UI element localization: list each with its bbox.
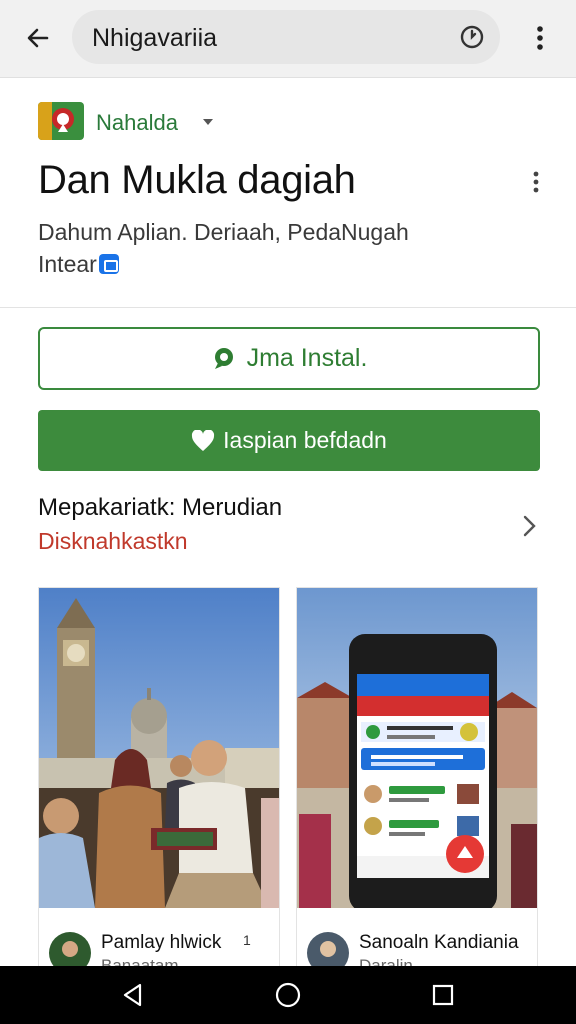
search-query: Nhigavariia — [92, 24, 218, 52]
nav-recents-icon — [432, 984, 454, 1006]
install-outline-button[interactable]: Jma Instal. — [38, 327, 540, 390]
heart-shield-icon — [192, 429, 215, 451]
search-field[interactable]: Nhigavariia — [72, 10, 500, 64]
title-more-button[interactable] — [524, 168, 548, 196]
content-card[interactable]: Pamlay hlwick 1 Banaatam .... — [38, 587, 280, 967]
nav-back-button[interactable] — [118, 980, 148, 1010]
chevron-right-icon — [523, 515, 536, 537]
section-title: Mepakariatk: Merudian — [38, 494, 283, 521]
description-line-2: Intear — [38, 248, 538, 280]
avatar — [49, 932, 91, 966]
card-image — [39, 588, 279, 908]
nav-recents-button[interactable] — [428, 980, 458, 1010]
developer-logo — [38, 102, 84, 140]
section-subtitle: Disknahkastkn — [38, 528, 188, 554]
nav-back-icon — [123, 983, 142, 1007]
primary-action-label: Iaspian befdadn — [223, 427, 387, 453]
more-vert-icon — [537, 26, 543, 50]
back-arrow-icon — [27, 28, 49, 48]
nav-home-icon — [275, 982, 301, 1008]
nav-home-button[interactable] — [273, 980, 303, 1010]
caret-down-icon[interactable] — [200, 114, 216, 130]
card-title: Sanoaln Kandiania — [359, 932, 519, 953]
clock-icon — [460, 25, 484, 49]
app-title: Dan Mukla dagiah — [38, 158, 356, 202]
card-badge: 1 — [243, 932, 251, 948]
section-header[interactable]: Mepakariatk: Merudian Disknahkastkn — [38, 494, 540, 558]
card-title: Pamlay hlwick — [101, 932, 222, 953]
app-description: Dahum Aplian. Deriaah, PedaNugah Intear — [38, 216, 538, 280]
system-navigation-bar — [0, 966, 576, 1024]
primary-action-button[interactable]: Iaspian befdadn — [38, 410, 540, 471]
lock-icon — [98, 254, 119, 274]
content-card[interactable]: Sanoaln Kandiania Daralin — [296, 587, 538, 967]
install-outline-label: Jma Instal. — [246, 344, 368, 372]
history-button[interactable] — [458, 23, 486, 51]
back-button[interactable] — [20, 20, 56, 56]
card-image — [297, 588, 537, 908]
more-vert-icon — [533, 171, 539, 193]
avatar — [307, 932, 349, 966]
top-app-bar: Nhigavariia — [0, 0, 576, 78]
pin-icon — [214, 347, 233, 369]
developer-name[interactable]: Nahalda — [96, 110, 178, 136]
description-line-1: Dahum Aplian. Deriaah, PedaNugah — [38, 219, 409, 245]
overflow-menu-button[interactable] — [524, 20, 556, 56]
app-header: Nahalda Dan Mukla dagiah Dahum Aplian. D… — [0, 80, 576, 308]
description-line-2-text: Intear — [38, 251, 97, 277]
